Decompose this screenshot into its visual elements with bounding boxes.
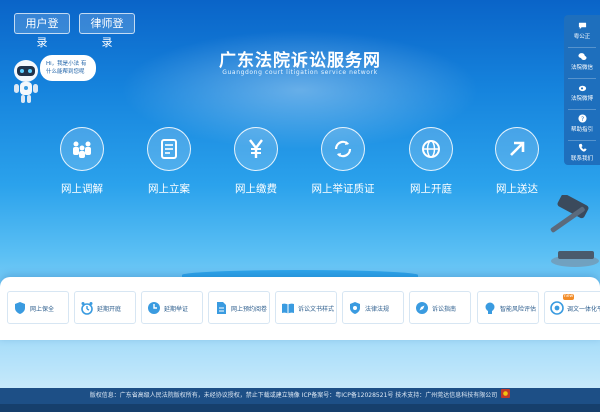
- weibo-icon: [578, 85, 586, 92]
- quick-service-appointment-review[interactable]: 网上预约阅卷: [208, 291, 270, 324]
- service-label: 网上调解: [61, 183, 103, 195]
- service-online-mediation[interactable]: 网上调解: [47, 127, 117, 196]
- service-circle: [321, 127, 365, 171]
- service-label: 网上立案: [148, 183, 190, 195]
- right-bar-label: 帮助指引: [570, 127, 593, 133]
- right-bar-label: 粤公正: [573, 34, 591, 40]
- right-bar-label: 法院微博: [570, 96, 593, 102]
- service-label: 网上举证质证: [311, 183, 375, 195]
- quick-service-laws[interactable]: 法律法规: [342, 291, 404, 324]
- police-emblem-icon[interactable]: [501, 389, 511, 398]
- service-online-payment[interactable]: 网上缴费: [221, 127, 291, 196]
- book-icon: [282, 303, 294, 314]
- quick-service-label: 调文一体化平台: [567, 306, 600, 313]
- svg-text:?: ?: [580, 116, 583, 123]
- right-bar-item-contact[interactable]: 联系我们: [564, 139, 600, 169]
- platform-icon: [550, 301, 564, 315]
- right-bar-item-wechat[interactable]: 法院微信: [564, 48, 600, 78]
- right-bar-item-yuegongzheng[interactable]: 粤公正: [564, 17, 600, 47]
- yen-icon: [249, 139, 263, 158]
- send-arrow-icon: [510, 141, 525, 156]
- quick-service-label: 网上预约阅卷: [231, 306, 268, 313]
- service-online-evidence[interactable]: 网上举证质证: [308, 127, 378, 196]
- quick-service-label: 延期举证: [164, 306, 189, 313]
- footer-bottom-bar: [0, 404, 600, 412]
- phone-icon: [578, 143, 587, 152]
- service-circle: [234, 127, 278, 171]
- wechat-icon: [577, 53, 587, 61]
- badge-icon: [350, 302, 360, 314]
- file-icon: [217, 302, 226, 314]
- service-label: 网上开庭: [410, 183, 452, 195]
- service-label: 网上送达: [496, 183, 538, 195]
- lightbulb-icon: [485, 302, 495, 314]
- quick-service-litigation-guide[interactable]: 诉讼指南: [409, 291, 471, 324]
- right-bar-label: 法院微信: [570, 65, 593, 71]
- quick-service-document-templates[interactable]: 诉讼文书样式: [275, 291, 337, 324]
- service-circle: [60, 127, 104, 171]
- gavel-icon: [550, 195, 599, 267]
- quick-service-label: 网上保全: [30, 306, 55, 313]
- service-online-filing[interactable]: 网上立案: [134, 127, 204, 196]
- quick-service-postpone-trial[interactable]: 延期开庭: [74, 291, 136, 324]
- document-icon: [161, 139, 177, 159]
- site-subtitle: Guangdong court litigation service netwo…: [222, 69, 378, 76]
- service-online-delivery[interactable]: 网上送达: [482, 127, 552, 196]
- quick-service-label: 智能风险评估: [500, 306, 537, 313]
- quick-service-label: 延期开庭: [97, 306, 122, 313]
- alarm-clock-icon: [81, 302, 93, 315]
- user-login-button[interactable]: 用户登录: [14, 13, 70, 49]
- right-bar-label: 联系我们: [570, 156, 593, 162]
- service-circle: [495, 127, 539, 171]
- compass-icon: [416, 302, 428, 314]
- clock-icon: [148, 302, 160, 314]
- lawyer-login-button[interactable]: 律师登录: [79, 13, 135, 49]
- right-float-bar: 粤公正 法院微信 法院微博 ? 帮助指引 联系我们: [564, 15, 600, 165]
- service-circle: [147, 127, 191, 171]
- right-bar-item-help[interactable]: ? 帮助指引: [564, 110, 600, 140]
- chat-icon: [578, 22, 586, 30]
- service-online-trial[interactable]: 网上开庭: [396, 127, 466, 196]
- globe-icon: [422, 140, 440, 158]
- shield-icon: [15, 302, 25, 314]
- site-title: 广东法院诉讼服务网: [219, 51, 381, 71]
- quick-service-label: 诉讼文书样式: [298, 306, 335, 313]
- service-circle: [409, 127, 453, 171]
- quick-service-label: 法律法规: [365, 306, 390, 313]
- quick-service-preservation[interactable]: 网上保全: [7, 291, 69, 324]
- help-icon: ?: [577, 114, 587, 123]
- right-bar-item-weibo[interactable]: 法院微博: [564, 79, 600, 109]
- exchange-icon: [334, 140, 352, 158]
- quick-service-risk-assessment[interactable]: 智能风险评估: [477, 291, 539, 324]
- footer-text: 版权信息：广东省高级人民法院版权所有，未经协议授权，禁止下载或建立镜像 ICP备…: [89, 392, 498, 399]
- new-badge: new: [563, 294, 574, 300]
- quick-service-label: 诉讼指南: [432, 306, 457, 313]
- people-icon: [73, 141, 91, 158]
- quick-service-postpone-evidence[interactable]: 延期举证: [141, 291, 203, 324]
- service-label: 网上缴费: [235, 183, 277, 195]
